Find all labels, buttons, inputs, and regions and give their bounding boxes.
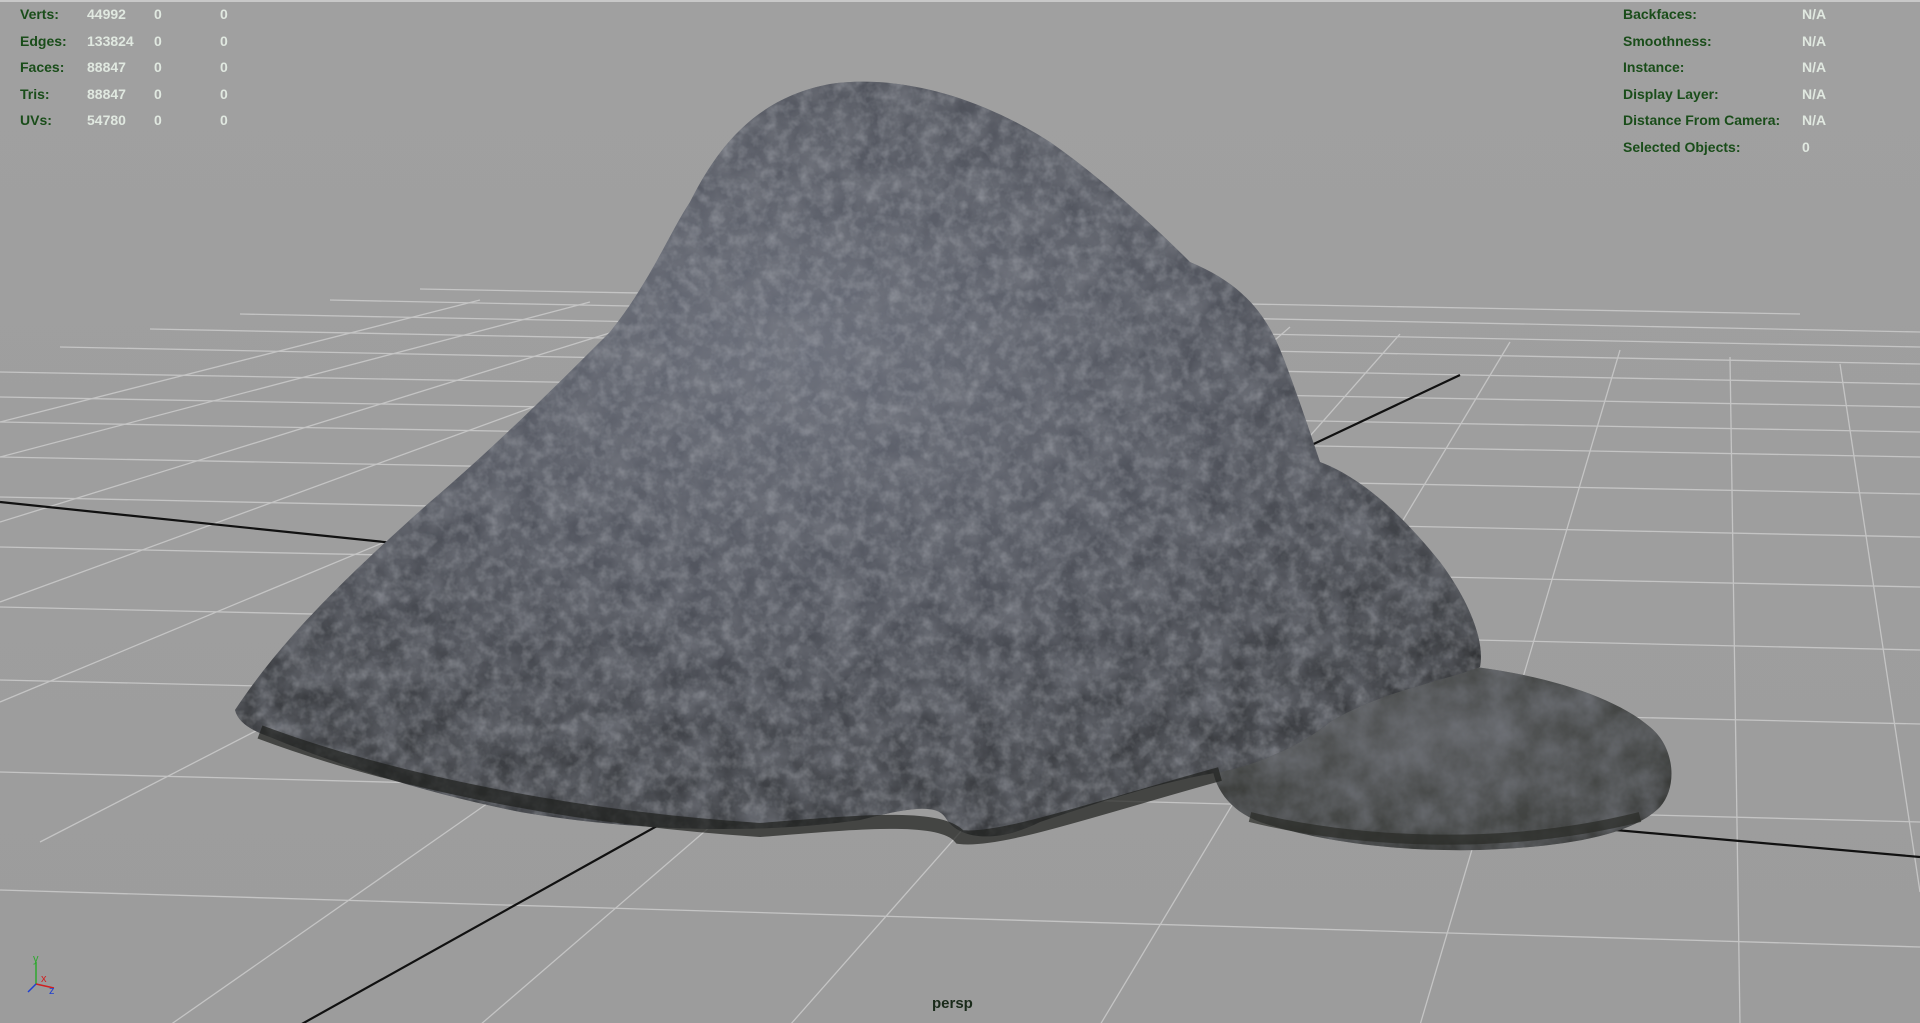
info-value: N/A	[1802, 59, 1827, 75]
info-row-backfaces: Backfaces: N/A	[1623, 2, 1827, 28]
info-value: N/A	[1802, 6, 1827, 22]
info-value: N/A	[1802, 112, 1827, 128]
stat-row-verts: Verts: 44992 0 0	[20, 2, 280, 28]
info-label: Smoothness:	[1623, 32, 1712, 49]
axis-x-label: x	[41, 973, 47, 985]
stat-value: 0	[154, 32, 162, 49]
stat-value: 0	[154, 85, 162, 102]
stat-value: 0	[220, 32, 228, 49]
info-label: Display Layer:	[1623, 85, 1719, 102]
info-label: Backfaces:	[1623, 6, 1697, 22]
camera-name-label: persp	[932, 995, 973, 1012]
axis-gizmo-icon: y x z	[27, 953, 55, 997]
stat-value: 133824	[87, 32, 134, 49]
object-info-hud: Backfaces: N/A Smoothness: N/A Instance:…	[1623, 2, 1827, 161]
info-value: N/A	[1802, 32, 1827, 49]
stat-row-uvs: UVs: 54780 0 0	[20, 107, 280, 134]
info-label: Selected Objects:	[1623, 138, 1741, 155]
stat-label: Faces:	[20, 59, 65, 75]
info-row-distance: Distance From Camera: N/A	[1623, 107, 1826, 134]
stat-label: Edges:	[20, 32, 67, 49]
stat-value: 0	[154, 6, 162, 22]
info-row-selected-objects: Selected Objects: 0	[1623, 134, 1826, 161]
info-row-instance: Instance: N/A	[1623, 54, 1826, 81]
info-row-smoothness: Smoothness: N/A	[1623, 28, 1826, 55]
stat-value: 0	[154, 59, 162, 75]
info-label: Instance:	[1623, 59, 1685, 75]
stat-value: 54780	[87, 112, 126, 128]
axis-z-label: z	[49, 985, 55, 997]
3d-viewport[interactable]: Verts: 44992 0 0 Edges: 133824 0 0 Faces…	[0, 0, 1920, 1023]
stat-value: 0	[154, 112, 162, 128]
stat-value: 0	[220, 112, 228, 128]
stat-value: 88847	[87, 85, 126, 102]
info-label: Distance From Camera:	[1623, 112, 1781, 128]
stat-value: 88847	[87, 59, 126, 75]
stat-row-faces: Faces: 88847 0 0	[20, 54, 280, 81]
info-value: 0	[1802, 138, 1810, 155]
info-row-display-layer: Display Layer: N/A	[1623, 81, 1826, 108]
stat-value: 0	[220, 59, 228, 75]
axis-y-label: y	[33, 953, 39, 965]
stat-label: Tris:	[20, 85, 50, 102]
stat-value: 0	[220, 6, 228, 22]
stat-value: 0	[220, 85, 228, 102]
stat-row-edges: Edges: 133824 0 0	[20, 28, 280, 55]
stat-row-tris: Tris: 88847 0 0	[20, 81, 280, 108]
stat-value: 44992	[87, 6, 126, 22]
stat-label: Verts:	[20, 6, 59, 22]
stat-label: UVs:	[20, 112, 52, 128]
info-value: N/A	[1802, 85, 1827, 102]
poly-count-hud: Verts: 44992 0 0 Edges: 133824 0 0 Faces…	[20, 2, 280, 134]
